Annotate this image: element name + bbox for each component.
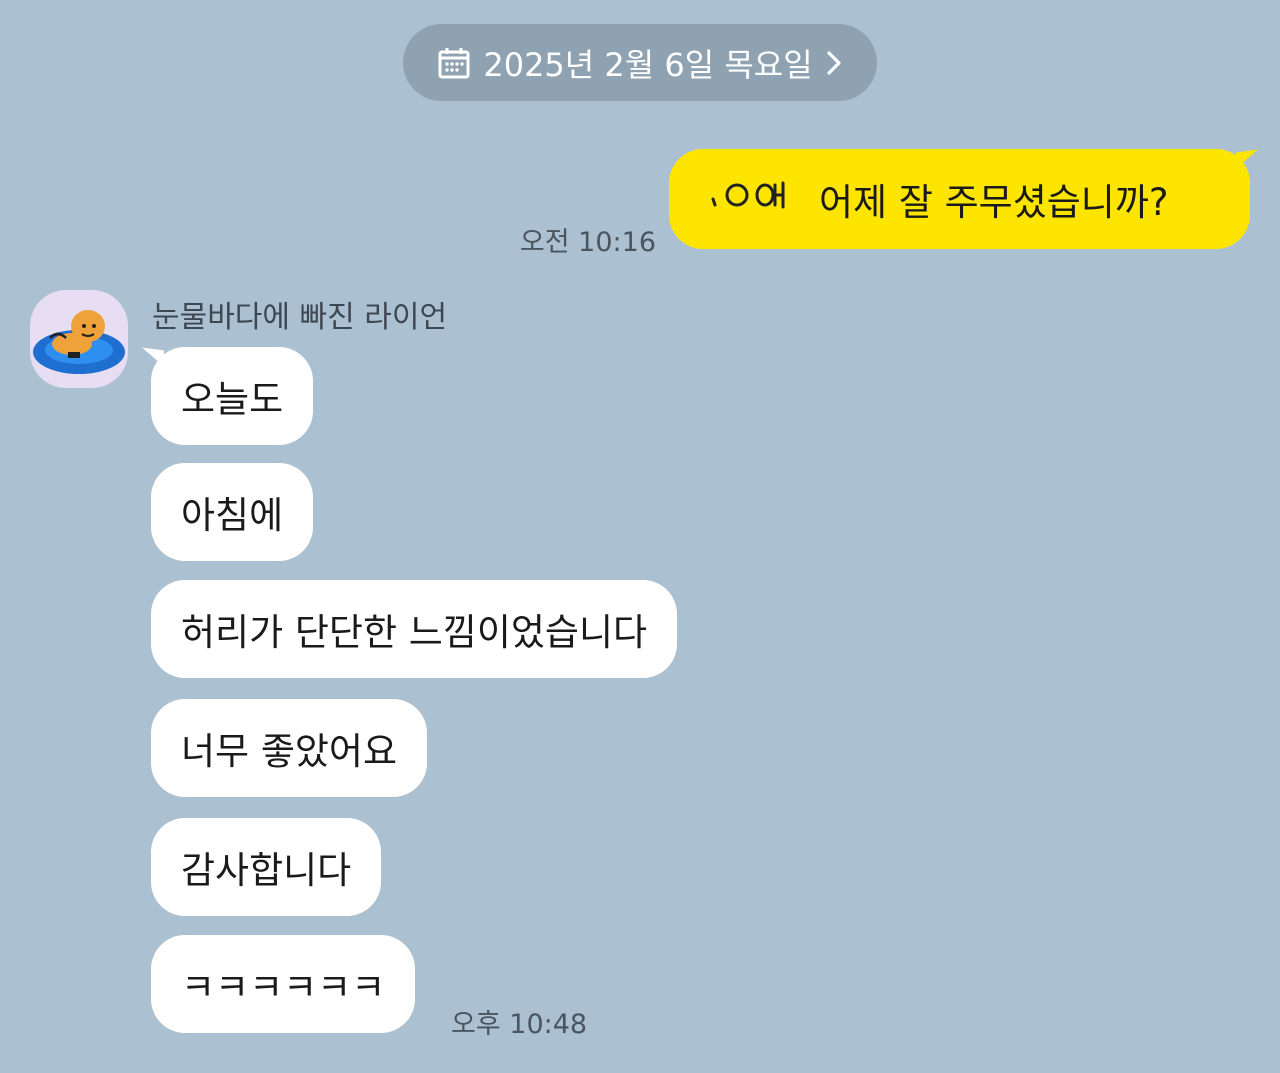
sent-message-time: 오전 10:16	[519, 227, 656, 258]
received-message-text: 너무 좋았어요	[181, 730, 398, 773]
received-message-text: 아침에	[181, 494, 284, 537]
calendar-icon	[437, 46, 471, 80]
sent-message-text: 어제 잘 주무셨습니까?	[819, 181, 1169, 224]
received-message-text: 감사합니다	[181, 849, 352, 892]
received-message-text: 오늘도	[181, 378, 284, 421]
sender-avatar[interactable]	[30, 290, 128, 388]
date-label: 2025년 2월 6일 목요일	[483, 45, 813, 84]
chevron-right-icon	[825, 49, 843, 77]
received-message-bubble[interactable]: 허리가 단단한 느낌이었습니다	[151, 580, 678, 678]
received-message-text: 허리가 단단한 느낌이었습니다	[181, 611, 648, 654]
received-message-bubble[interactable]: 아침에	[151, 463, 314, 561]
received-message-text: ㅋㅋㅋㅋㅋㅋ	[181, 966, 386, 1009]
sent-message-bubble[interactable]: 어제 잘 주무셨습니까?	[669, 149, 1250, 249]
received-message-bubble[interactable]: 감사합니다	[151, 818, 382, 916]
received-message-bubble[interactable]: 오늘도	[151, 347, 314, 445]
sender-name[interactable]: 눈물바다에 빠진 라이언	[152, 292, 447, 336]
redacted-scribble-icon	[707, 175, 799, 224]
received-message-bubble[interactable]: 너무 좋았어요	[151, 699, 428, 797]
date-divider[interactable]: 2025년 2월 6일 목요일	[403, 24, 877, 101]
lion-in-tears-avatar	[33, 310, 125, 374]
received-message-time: 오후 10:48	[451, 1009, 588, 1040]
received-message-bubble[interactable]: ㅋㅋㅋㅋㅋㅋ	[151, 935, 416, 1033]
